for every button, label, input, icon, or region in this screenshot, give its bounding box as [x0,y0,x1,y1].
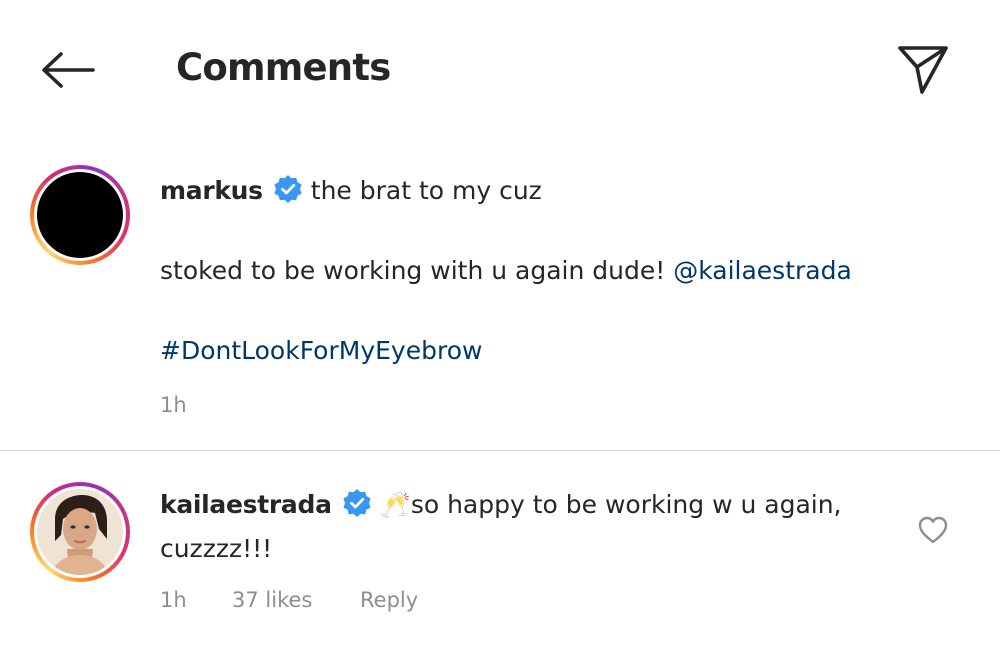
avatar-markus[interactable] [30,165,130,265]
avatar-photo [37,172,123,258]
caption-username[interactable]: markus [160,176,263,205]
reply-button[interactable]: Reply [360,586,418,614]
share-button[interactable] [890,38,956,100]
caption-timestamp: 1h [160,393,187,417]
avatar-photo [37,489,123,575]
like-comment-button[interactable] [912,510,954,550]
comment-likes-count[interactable]: 37 likes [232,586,312,614]
caption-header: markus the brat to my cuz [160,174,542,213]
caption-text-line2: stoked to be working with u again dude! [160,256,666,285]
divider [0,450,1000,451]
verified-badge-icon [342,488,372,527]
heart-icon [918,516,948,544]
comment-username[interactable]: kailaestrada [160,490,332,519]
page-title: Comments [176,46,391,89]
comments-screen: Comments markus the brat to my cuz stoked… [0,0,1000,655]
paper-plane-icon [898,46,948,94]
arrow-left-icon [42,52,95,88]
comment-text-line2: cuzzzz!!! [160,534,273,563]
comment-timestamp: 1h [160,588,187,612]
avatar-kailaestrada[interactable] [30,482,130,582]
comment-text-line1: so happy to be working w u again, [410,490,842,519]
comment-line1: kailaestrada 🥂so happy to be working w u … [160,488,842,527]
clinking-glasses-emoji: 🥂 [379,490,411,519]
back-button[interactable] [36,42,100,98]
caption-text-line1: the brat to my cuz [310,176,542,205]
verified-badge-icon [273,174,303,213]
caption-line2: stoked to be working with u again dude! … [160,254,852,288]
mention-link[interactable]: @kailaestrada [673,256,852,285]
hashtag-link[interactable]: #DontLookForMyEyebrow [160,334,482,368]
